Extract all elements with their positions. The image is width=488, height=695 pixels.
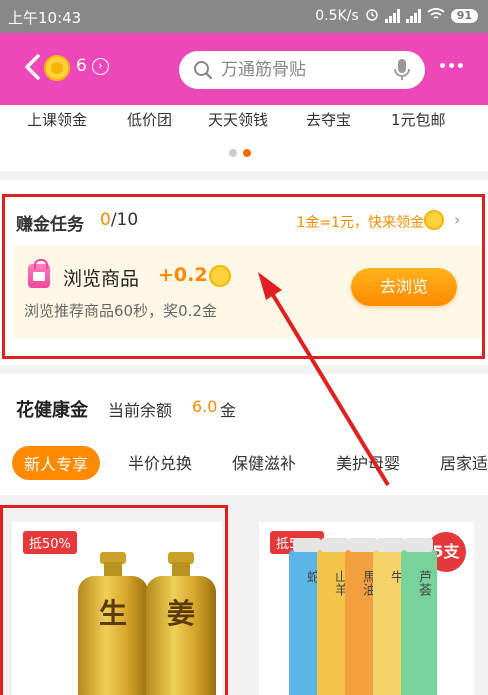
highlight-frame xyxy=(0,505,228,695)
network-speed: 0.5K/s xyxy=(315,8,359,24)
signal-icon-2 xyxy=(405,9,421,23)
tab-health-supplements[interactable]: 保健滋补 xyxy=(232,450,296,474)
search-icon xyxy=(193,60,213,84)
coin-count[interactable]: 6 xyxy=(76,56,87,76)
status-icons: 0.5K/s 91 xyxy=(315,7,478,25)
quick-nav-item-lessons[interactable]: 上课领金 xyxy=(27,109,87,130)
health-section-title: 花健康金 xyxy=(16,400,88,421)
balance-value: 6.0 xyxy=(192,397,218,416)
header-bar: 6 › xyxy=(0,33,488,105)
alarm-icon xyxy=(365,7,379,25)
battery-icon: 91 xyxy=(450,9,478,23)
tab-half-price[interactable]: 半价兑换 xyxy=(128,450,192,474)
product-image: 芦荟 xyxy=(401,538,437,695)
balance-unit: 金 xyxy=(220,401,237,420)
quick-nav-item-daily-cash[interactable]: 天天领钱 xyxy=(208,109,268,130)
product-card[interactable]: 抵50% 5支 蛇 山羊 馬油 牛 芦荟 xyxy=(259,522,474,695)
wifi-icon xyxy=(427,7,445,25)
back-button[interactable] xyxy=(22,53,44,81)
page-indicator xyxy=(229,149,251,157)
highlight-frame xyxy=(2,194,485,359)
earn-coins-task-section: 赚金任务 0/10 1金=1元，快来领金 › 浏览商品 +0.2 浏览推荐商品6… xyxy=(0,180,488,365)
signal-icon xyxy=(384,9,400,23)
quick-nav-item-treasure[interactable]: 去夺宝 xyxy=(306,109,351,130)
quick-nav-item-group-buy[interactable]: 低价团 xyxy=(127,109,172,130)
coin-icon[interactable] xyxy=(44,55,70,81)
search-input[interactable] xyxy=(221,51,391,89)
more-options-button[interactable] xyxy=(440,63,463,68)
status-time: 上午10:43 xyxy=(8,9,82,27)
chevron-right-icon[interactable]: › xyxy=(92,58,109,75)
search-box[interactable] xyxy=(179,51,425,89)
tab-home[interactable]: 居家适 xyxy=(440,450,488,474)
microphone-icon[interactable] xyxy=(393,58,411,86)
tab-newcomer[interactable]: 新人专享 xyxy=(12,446,101,480)
status-bar: 上午10:43 0.5K/s 91 xyxy=(0,0,488,33)
tab-beauty-baby[interactable]: 美护母婴 xyxy=(336,450,400,474)
health-coins-section: 花健康金 当前余额 6.0 金 新人专享 半价兑换 保健滋补 美护母婴 居家适 xyxy=(0,374,488,495)
balance-label: 当前余额 xyxy=(108,401,173,420)
quick-nav-item-free-shipping[interactable]: 1元包邮 xyxy=(391,109,446,130)
quick-nav: 上课领金 低价团 天天领钱 去夺宝 1元包邮 xyxy=(0,105,488,171)
product-grid: 抵50% 生 姜 抵50% 5支 蛇 山羊 馬油 牛 芦荟 xyxy=(0,495,488,695)
